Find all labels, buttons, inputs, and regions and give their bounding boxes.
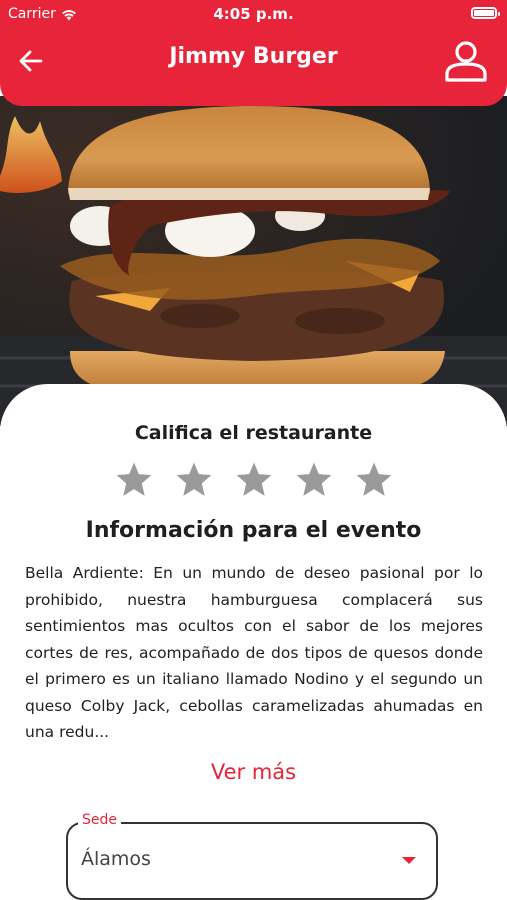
location-select-value: Álamos bbox=[81, 848, 151, 870]
page-title: Jimmy Burger bbox=[169, 44, 338, 69]
battery-icon bbox=[471, 7, 500, 19]
star-icon-2[interactable] bbox=[174, 460, 214, 500]
location-select-label: Sede bbox=[78, 812, 121, 828]
star-rating bbox=[0, 460, 507, 500]
burger-photo bbox=[0, 96, 507, 426]
profile-button[interactable] bbox=[443, 38, 489, 84]
star-icon-1[interactable] bbox=[114, 460, 154, 500]
star-icon-4[interactable] bbox=[294, 460, 334, 500]
dropdown-arrow-icon bbox=[402, 857, 416, 864]
content-card: Califica el restaurante Información para… bbox=[0, 384, 507, 900]
event-info-title: Información para el evento bbox=[85, 518, 422, 543]
hero-image bbox=[0, 96, 507, 426]
status-bar: Carrier 4:05 p.m. bbox=[0, 0, 507, 28]
star-icon-5[interactable] bbox=[354, 460, 394, 500]
rating-title: Califica el restaurante bbox=[134, 422, 373, 444]
location-select[interactable]: Sede Álamos bbox=[66, 812, 438, 900]
user-icon bbox=[445, 41, 487, 82]
status-time: 4:05 p.m. bbox=[213, 5, 294, 23]
app-header: Carrier 4:05 p.m. Jimmy Burger bbox=[0, 0, 507, 106]
see-more-link[interactable]: Ver más bbox=[0, 760, 507, 784]
star-icon-3[interactable] bbox=[234, 460, 274, 500]
event-description: Bella Ardiente: En un mundo de deseo pas… bbox=[25, 564, 483, 741]
